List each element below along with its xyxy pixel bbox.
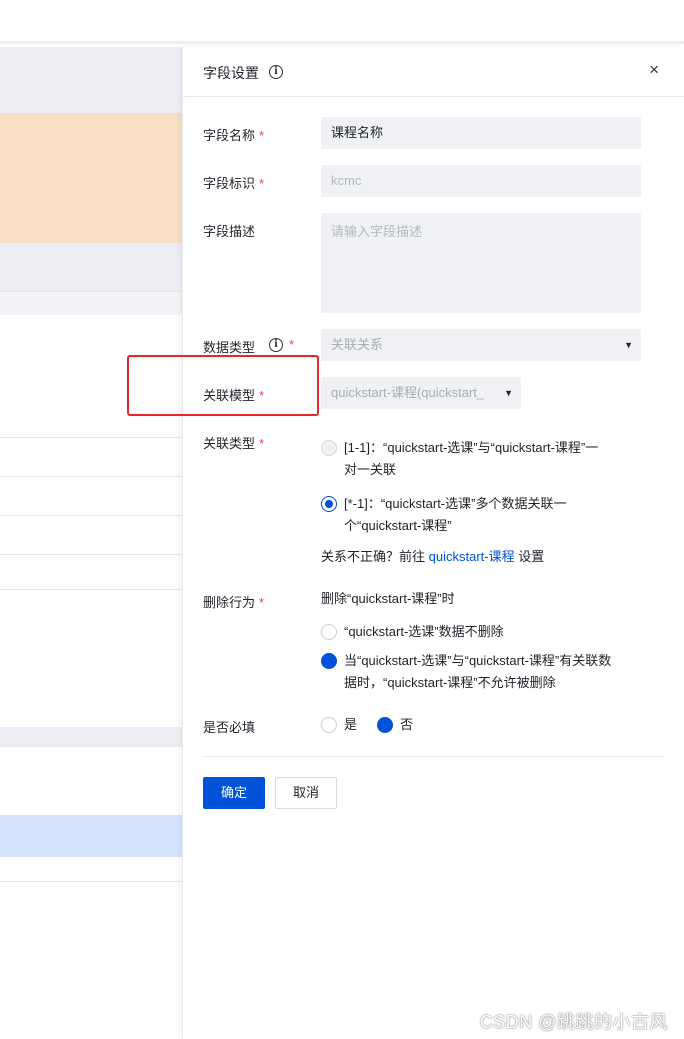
required-mark: * bbox=[259, 595, 265, 610]
bg-row-line bbox=[0, 554, 182, 555]
option-line: 据时，“quickstart-课程”不允许被删除 bbox=[344, 675, 556, 690]
confirm-button[interactable]: 确定 bbox=[203, 777, 265, 809]
relation-many-1-radio[interactable] bbox=[321, 496, 337, 512]
bg-row-line bbox=[0, 476, 182, 477]
delete-behavior-label-text: 删除行为 bbox=[203, 595, 256, 610]
bg-orange-banner bbox=[0, 113, 182, 243]
relation-many-1-option[interactable]: [*-1]：“quickstart-选课”多个数据关联一 个“quickstar… bbox=[344, 493, 644, 537]
cancel-button[interactable]: 取消 bbox=[275, 777, 337, 809]
data-type-select[interactable]: 关联关系 ▼ bbox=[321, 329, 641, 361]
delete-keep-radio[interactable] bbox=[321, 624, 337, 640]
caret-down-icon: ▼ bbox=[624, 340, 633, 350]
caret-down-icon: ▼ bbox=[504, 388, 513, 398]
bg-gray-band bbox=[0, 243, 182, 291]
relation-hint-link[interactable]: quickstart-课程 bbox=[429, 549, 515, 564]
bg-row-line bbox=[0, 437, 182, 438]
option-line: 当“quickstart-选课”与“quickstart-课程”有关联数 bbox=[344, 653, 612, 668]
drawer-title: 字段设置 bbox=[203, 65, 259, 81]
info-icon[interactable]: i bbox=[269, 65, 283, 79]
relation-hint-prefix: 关系不正确？前往 bbox=[321, 549, 426, 564]
data-type-value: 关联关系 bbox=[331, 337, 384, 352]
required-field-label: 是否必填 bbox=[203, 720, 256, 735]
background-page bbox=[0, 47, 182, 1039]
delete-keep-option[interactable]: “quickstart-选课”数据不删除 bbox=[344, 621, 644, 643]
option-line: 个“quickstart-课程” bbox=[344, 518, 452, 533]
option-line: [1-1]：“quickstart-选课”与“quickstart-课程”一 bbox=[344, 440, 599, 455]
close-icon[interactable]: × bbox=[649, 61, 659, 79]
field-identifier-label-text: 字段标识 bbox=[203, 176, 256, 191]
bg-row-line bbox=[0, 589, 182, 590]
top-bar bbox=[0, 0, 684, 44]
delete-restrict-radio[interactable] bbox=[321, 653, 337, 669]
watermark: CSDN @跳跳的小古风 bbox=[479, 1012, 668, 1032]
bg-row-line bbox=[0, 881, 182, 882]
relation-hint-suffix: 设置 bbox=[518, 549, 545, 564]
field-description-textarea[interactable]: 请输入字段描述 bbox=[321, 213, 641, 313]
option-line: 对一关联 bbox=[344, 462, 397, 477]
required-mark: * bbox=[259, 176, 265, 191]
data-type-label-text: 数据类型 bbox=[203, 340, 256, 355]
bg-gray-band-2 bbox=[0, 291, 182, 315]
field-name-label: 字段名称 * bbox=[203, 125, 264, 144]
related-model-select[interactable]: quickstart-课程(quickstart_ ▼ bbox=[321, 377, 521, 409]
info-icon[interactable]: i bbox=[269, 338, 283, 352]
drawer-header: 字段设置 i × bbox=[183, 47, 684, 97]
required-yes-label[interactable]: 是 bbox=[344, 714, 357, 736]
field-identifier-label: 字段标识 * bbox=[203, 173, 264, 192]
field-name-label-text: 字段名称 bbox=[203, 128, 256, 143]
bg-row-line bbox=[0, 515, 182, 516]
required-mark: * bbox=[289, 337, 295, 352]
footer-divider bbox=[203, 756, 665, 757]
delete-restrict-option[interactable]: 当“quickstart-选课”与“quickstart-课程”有关联数 据时，… bbox=[344, 650, 644, 694]
data-type-label: 数据类型 bbox=[203, 337, 255, 356]
field-name-input[interactable]: 课程名称 bbox=[321, 117, 641, 149]
relation-1-1-radio bbox=[321, 440, 337, 456]
bg-divider bbox=[0, 291, 182, 292]
required-yes-radio[interactable] bbox=[321, 717, 337, 733]
relation-type-label: 关联类型 * bbox=[203, 433, 264, 452]
delete-behavior-desc: 删除“quickstart-课程”时 bbox=[321, 591, 455, 606]
option-line: [*-1]：“quickstart-选课”多个数据关联一 bbox=[344, 496, 567, 511]
bg-gray-band-3 bbox=[0, 727, 182, 747]
delete-behavior-label: 删除行为 * bbox=[203, 592, 264, 611]
required-mark: * bbox=[259, 436, 265, 451]
required-mark: * bbox=[259, 128, 265, 143]
related-model-value: quickstart-课程(quickstart_ bbox=[331, 385, 485, 400]
relation-1-1-option: [1-1]：“quickstart-选课”与“quickstart-课程”一 对… bbox=[344, 437, 644, 481]
highlight-box bbox=[127, 355, 319, 416]
field-settings-drawer: 字段设置 i × 字段名称 * 课程名称 字段标识 * kcmc 字段描述 请输入字… bbox=[182, 47, 684, 1039]
field-identifier-input: kcmc bbox=[321, 165, 641, 197]
relation-hint: 关系不正确？前往 quickstart-课程 设置 bbox=[321, 546, 544, 568]
bg-selected-row[interactable] bbox=[0, 815, 182, 857]
bg-header-band bbox=[0, 47, 182, 113]
required-no-label[interactable]: 否 bbox=[400, 714, 413, 736]
field-description-label: 字段描述 bbox=[203, 224, 256, 239]
relation-type-label-text: 关联类型 bbox=[203, 436, 256, 451]
required-no-radio[interactable] bbox=[377, 717, 393, 733]
